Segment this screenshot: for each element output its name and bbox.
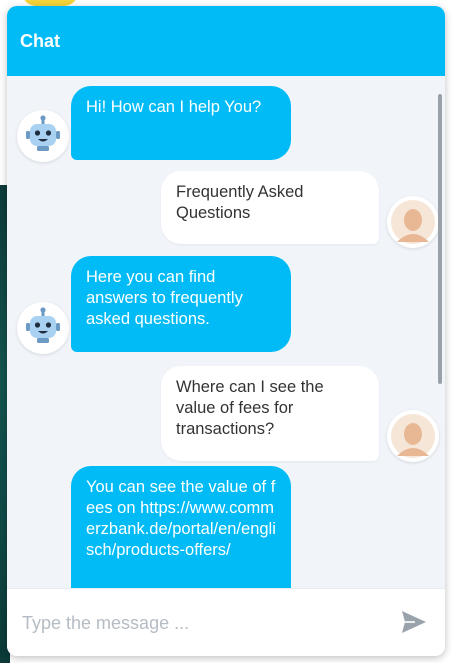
chat-header: Chat [7,6,445,76]
bot-message-bubble: Hi! How can I help You? [71,86,291,160]
user-avatar-icon [387,410,439,462]
chat-window: Chat Hi! How can I help You? Frequently … [7,6,445,656]
message-text: Frequently Asked Questions [176,183,304,222]
robot-icon [17,302,69,354]
send-button[interactable] [399,607,429,637]
send-icon [399,611,429,640]
message-list[interactable]: Hi! How can I help You? Frequently Asked… [7,76,445,589]
message-input-bar [7,588,445,656]
user-avatar-icon [387,196,439,248]
message-text: Where can I see the value of fees for tr… [176,378,324,438]
user-message-bubble: Where can I see the value of fees for tr… [161,366,379,461]
message-text: Here you can find answers to frequently … [86,268,243,328]
bot-message-bubble: Here you can find answers to frequently … [71,256,291,352]
message-scrollbar[interactable] [438,94,442,384]
chat-title: Chat [20,30,60,51]
robot-icon [17,110,69,162]
message-text: You can see the value of fees on https:/… [86,478,276,559]
user-message-bubble: Frequently Asked Questions [161,171,379,244]
bot-message-bubble: You can see the value of fees on https:/… [71,466,291,589]
message-input[interactable] [20,607,384,639]
message-text: Hi! How can I help You? [86,98,262,116]
